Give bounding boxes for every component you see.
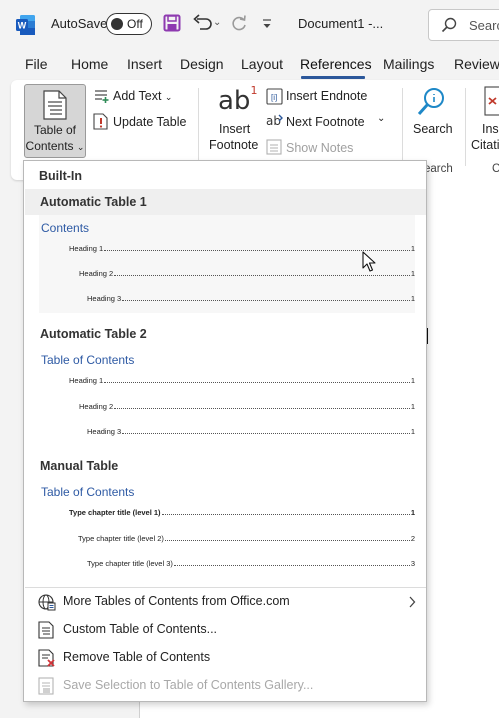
ribbon-separator — [465, 88, 466, 166]
next-footnote-icon: ab — [266, 114, 283, 128]
toggle-knob — [111, 18, 123, 30]
undo-dropdown-icon[interactable]: ⌄ — [213, 17, 221, 28]
next-footnote-dropdown-icon[interactable]: ⌄ — [377, 113, 385, 124]
menu-item-label: More Tables of Contents from Office.com — [63, 594, 290, 608]
table-of-contents-button[interactable]: Table of Contents ⌄ — [24, 84, 86, 158]
insert-footnote-icon: ab1 — [218, 84, 258, 116]
menu-item-label: Custom Table of Contents... — [63, 622, 218, 636]
tab-review[interactable]: Review — [454, 56, 499, 72]
ribbon-tabs: File Home Insert Design Layout Reference… — [0, 50, 499, 78]
insert-endnote-icon: [i] — [266, 88, 283, 105]
menu-divider — [25, 587, 426, 588]
citations-group-label: C — [492, 163, 499, 175]
research-group-label: earch — [424, 163, 453, 175]
redo-icon — [232, 15, 246, 31]
mouse-pointer-icon — [362, 251, 376, 272]
preview-title: Contents — [41, 221, 90, 235]
ribbon-separator — [198, 88, 199, 166]
preview-title: Table of Contents — [41, 485, 135, 499]
gallery-heading-manual-table: Manual Table — [40, 459, 119, 473]
insert-citation-icon — [484, 86, 499, 116]
preview-line: Heading 31 — [87, 294, 415, 303]
remove-table-of-contents-menu-item[interactable]: Remove Table of Contents — [25, 645, 426, 671]
more-tables-from-office-menu-item[interactable]: More Tables of Contents from Office.com — [25, 589, 426, 615]
preview-line: Type chapter title (level 1) 1 — [69, 508, 415, 517]
insert-citation-label-1[interactable]: Inse — [482, 122, 499, 136]
tab-home[interactable]: Home — [71, 56, 108, 72]
text-cursor — [427, 328, 428, 344]
built-in-section-label: Built-In — [39, 169, 83, 183]
preview-line: Type chapter title (level 3) 3 — [87, 559, 415, 568]
autosave-label: AutoSave — [51, 16, 108, 31]
save-selection-to-gallery-menu-item: Save Selection to Table of Contents Gall… — [25, 673, 426, 699]
add-text-icon — [95, 90, 109, 103]
toc-document-icon — [43, 90, 67, 120]
document-title: Document1 -... — [298, 16, 384, 31]
gallery-heading-automatic-table-1: Automatic Table 1 — [25, 189, 426, 215]
update-table-icon — [93, 113, 108, 130]
preview-line: Heading 11 — [69, 376, 415, 385]
autosave-state: Off — [127, 17, 143, 31]
save-gallery-icon — [38, 677, 54, 695]
svg-text:W: W — [18, 21, 27, 31]
table-of-contents-dropdown: Built-In Automatic Table 1 Contents Head… — [23, 160, 427, 702]
search-placeholder: Search — [469, 18, 499, 33]
preview-title: Table of Contents — [41, 353, 135, 367]
insert-footnote-label-1[interactable]: Insert — [219, 122, 250, 136]
add-text-button[interactable]: Add Text ⌄ — [113, 89, 172, 103]
undo-icon[interactable] — [192, 14, 212, 32]
search-box[interactable]: Search — [428, 9, 499, 41]
tab-design[interactable]: Design — [180, 56, 224, 72]
tab-references[interactable]: References — [300, 56, 372, 72]
globe-icon — [38, 594, 56, 611]
menu-item-label: Remove Table of Contents — [63, 650, 211, 664]
tab-layout[interactable]: Layout — [241, 56, 283, 72]
search-ribbon-button[interactable]: Search — [413, 122, 453, 136]
remove-toc-icon — [38, 649, 55, 667]
gallery-heading-automatic-table-2: Automatic Table 2 — [40, 327, 147, 341]
tab-insert[interactable]: Insert — [127, 56, 162, 72]
chevron-right-icon — [409, 596, 416, 608]
autosave-toggle[interactable]: Off — [106, 13, 152, 35]
svg-text:[i]: [i] — [271, 93, 277, 102]
custom-toc-icon — [38, 621, 54, 639]
active-tab-indicator — [301, 76, 365, 79]
search-ribbon-icon — [417, 88, 444, 116]
preview-line: Heading 21 — [79, 402, 415, 411]
gallery-item-automatic-table-1[interactable]: Contents Heading 11 Heading 21 Heading 3… — [39, 215, 415, 313]
custom-table-of-contents-menu-item[interactable]: Custom Table of Contents... — [25, 617, 426, 643]
insert-endnote-button[interactable]: Insert Endnote — [286, 89, 367, 103]
toc-label-line1: Table of — [33, 123, 77, 137]
insert-footnote-label-2[interactable]: Footnote — [209, 138, 258, 152]
ribbon-separator — [402, 88, 403, 166]
word-icon: W — [16, 15, 35, 35]
search-icon — [441, 17, 457, 33]
menu-item-label: Save Selection to Table of Contents Gall… — [63, 678, 314, 692]
svg-text:ab: ab — [266, 114, 281, 128]
toc-label-line2: Contents ⌄ — [25, 139, 85, 153]
preview-line: Type chapter title (level 2) 2 — [78, 534, 415, 543]
next-footnote-button[interactable]: Next Footnote — [286, 115, 365, 129]
title-bar: W AutoSave Off ⌄ Document1 -... Search — [0, 0, 499, 50]
gallery-item-automatic-table-2[interactable]: Table of Contents Heading 11 Heading 21 … — [39, 347, 415, 445]
preview-line: Heading 31 — [87, 427, 415, 436]
update-table-button[interactable]: Update Table — [113, 115, 186, 129]
tab-mailings[interactable]: Mailings — [383, 56, 434, 72]
customize-qat-icon[interactable] — [262, 18, 272, 30]
insert-citation-label-2[interactable]: Citatio — [471, 138, 499, 152]
gallery-item-manual-table[interactable]: Table of Contents Type chapter title (le… — [39, 479, 415, 577]
tab-file[interactable]: File — [25, 56, 48, 72]
save-icon[interactable] — [163, 14, 181, 32]
show-notes-icon — [266, 139, 282, 155]
show-notes-button: Show Notes — [286, 141, 354, 155]
